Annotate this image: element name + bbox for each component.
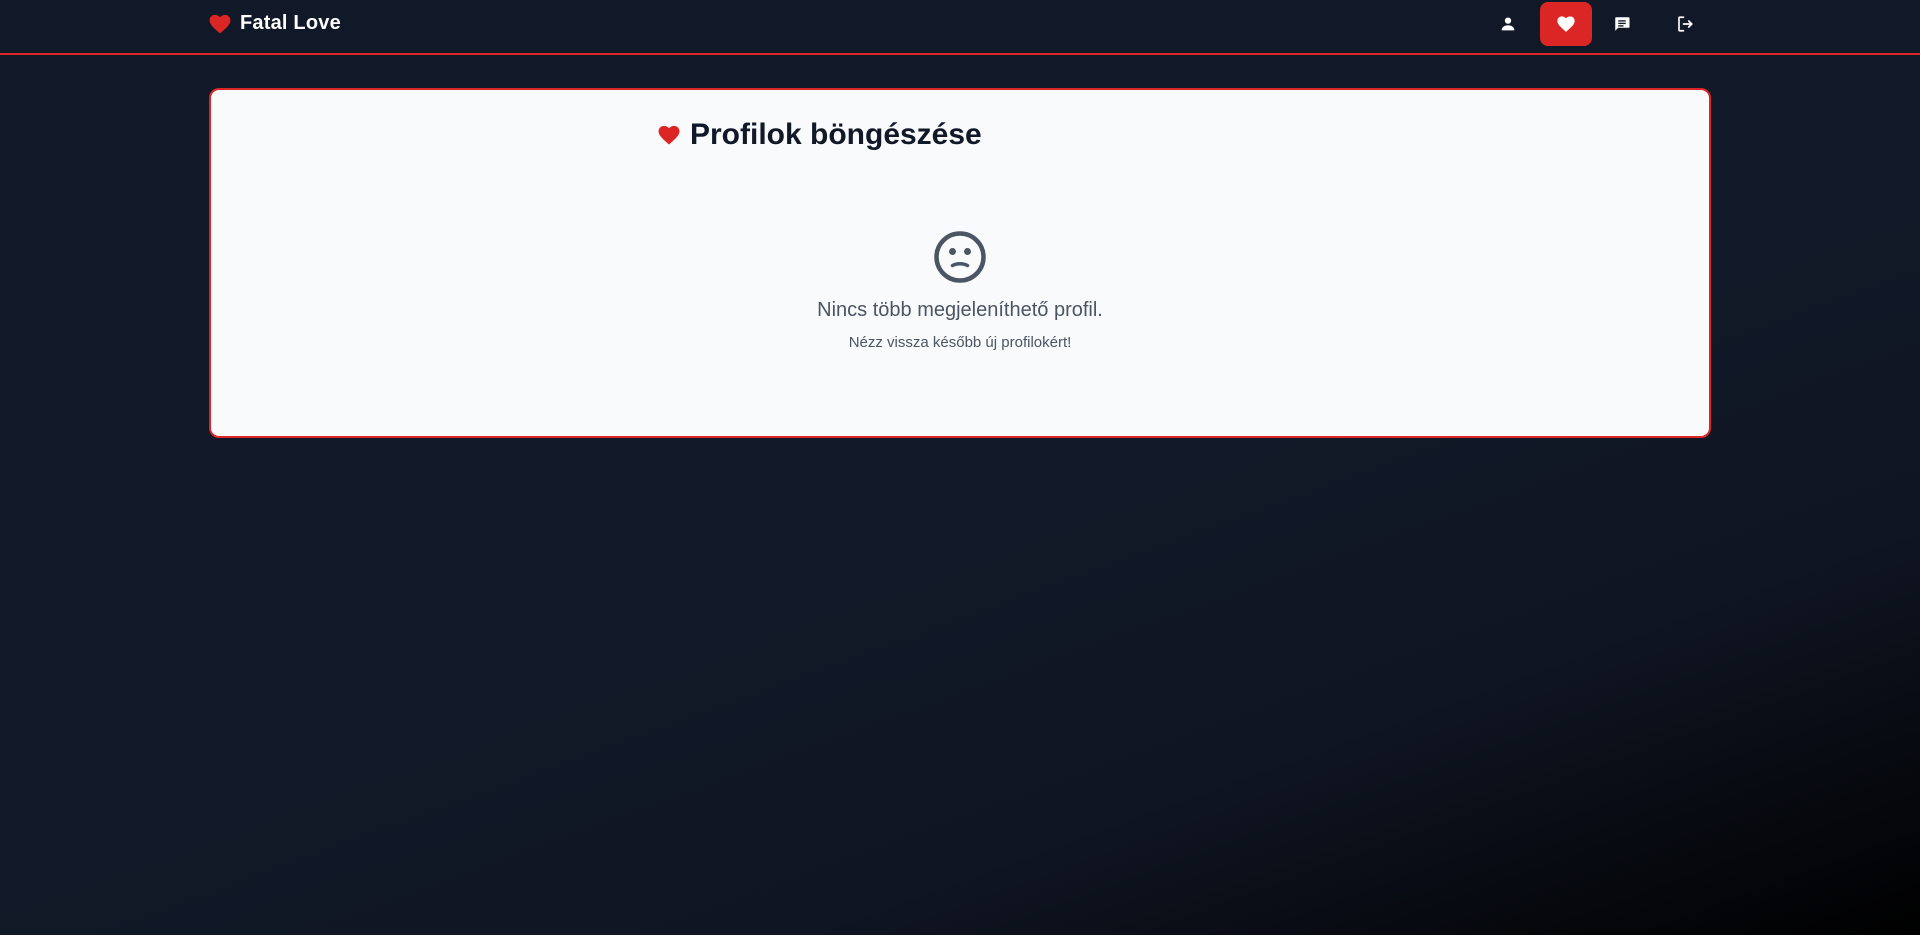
browse-profiles-card: Profilok böngészése Nincs több megjelení… [209,88,1711,438]
brand-name: Fatal Love [240,12,341,34]
logout-icon [1676,15,1694,33]
nav-profile-button[interactable] [1482,2,1534,46]
chat-icon [1613,15,1631,33]
brand-logo-link[interactable]: Fatal Love [209,12,341,35]
heart-icon [658,125,680,145]
empty-hint: Nézz vissza később új profilokért! [848,334,1072,351]
nav-logout-button[interactable] [1659,2,1711,46]
page-title: Profilok böngészése [658,118,982,152]
nav-messages-button[interactable] [1596,2,1648,46]
top-navbar: Fatal Love [0,0,1920,55]
empty-message: Nincs több megjeleníthető profil. [817,299,1103,321]
heart-icon [209,14,231,34]
nav-browse-button[interactable] [1540,2,1592,46]
heart-icon [1557,15,1575,33]
empty-state: Nincs több megjeleníthető profil. Nézz v… [211,230,1709,351]
sad-face-icon [211,230,1709,284]
page-title-text: Profilok böngészése [690,118,982,151]
user-icon [1499,15,1517,33]
